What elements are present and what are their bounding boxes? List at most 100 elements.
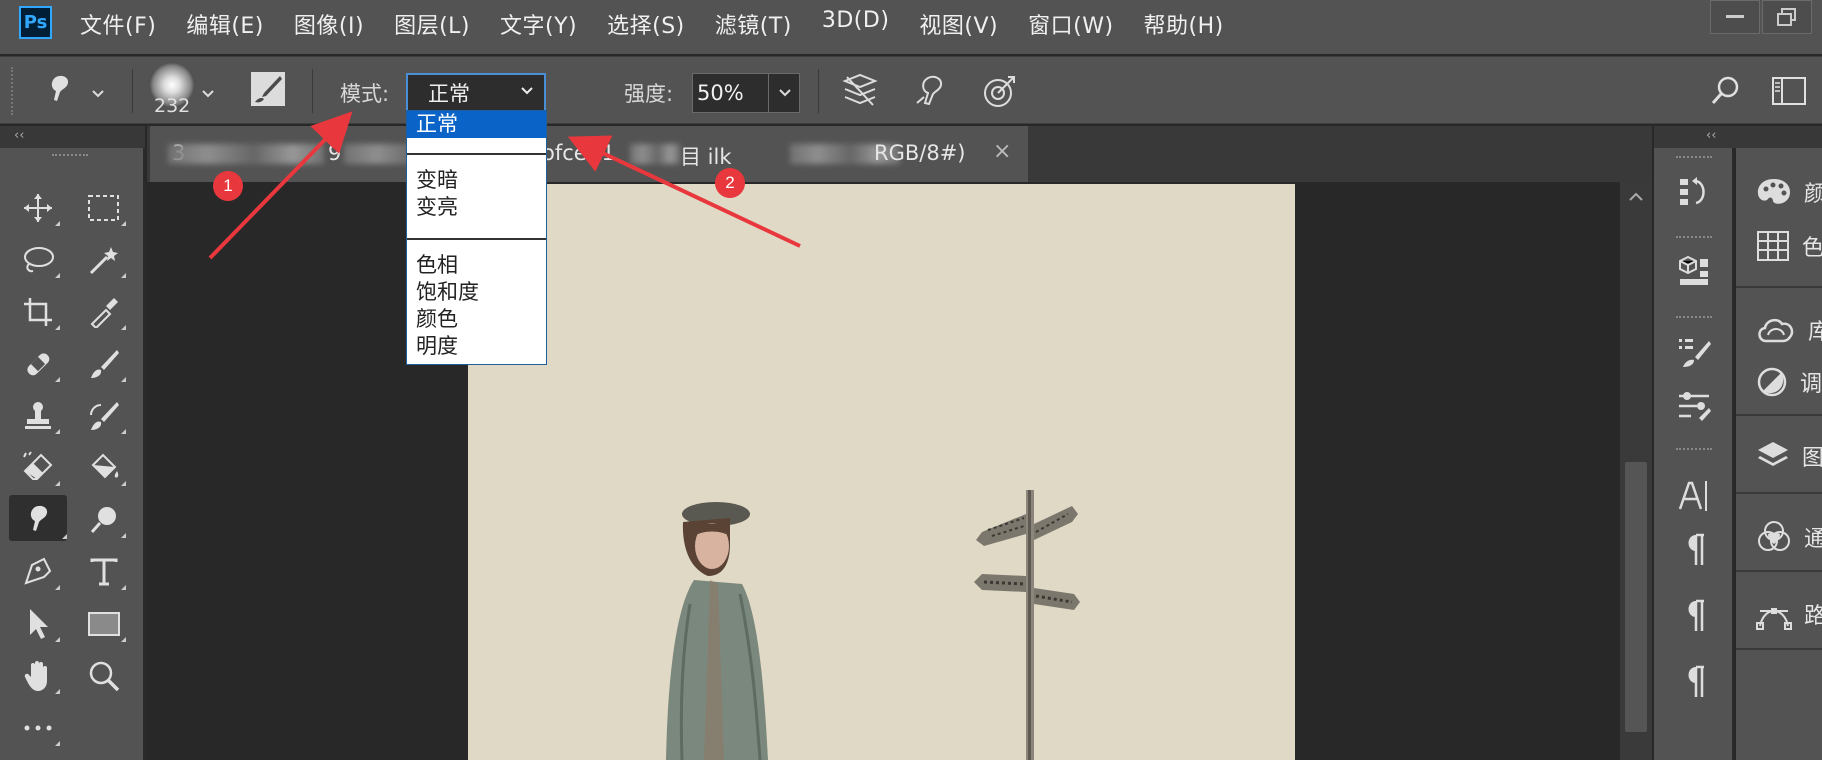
tools-grip[interactable] bbox=[52, 154, 88, 160]
tab-close-button[interactable]: × bbox=[993, 139, 1011, 164]
photoshop-logo[interactable]: Ps bbox=[19, 6, 52, 39]
dodge-tool[interactable] bbox=[82, 500, 126, 540]
libraries-panel-tab[interactable]: 库 bbox=[1756, 314, 1822, 346]
menu-edit[interactable]: 编辑(E) bbox=[186, 8, 264, 40]
color-panel-tab[interactable]: 颜 bbox=[1756, 176, 1822, 208]
zoom-tool[interactable] bbox=[82, 656, 126, 696]
menu-window[interactable]: 窗口(W) bbox=[1028, 8, 1113, 40]
collapse-icon[interactable]: ‹‹ bbox=[1706, 128, 1716, 143]
hand-tool[interactable] bbox=[16, 656, 60, 696]
eraser-tool[interactable] bbox=[16, 448, 60, 488]
magic-wand-tool[interactable] bbox=[82, 240, 126, 280]
search-button[interactable] bbox=[1710, 75, 1742, 111]
panel-grip[interactable] bbox=[1676, 316, 1712, 321]
paragraph-panel-button[interactable] bbox=[1676, 532, 1712, 568]
collapse-icon[interactable]: ‹‹ bbox=[14, 128, 24, 143]
right-panel-header[interactable]: ‹‹ bbox=[1654, 126, 1822, 148]
panel-label: 调 bbox=[1800, 372, 1822, 397]
panel-label-column: 颜 色 库 调 图 通 路 bbox=[1736, 148, 1822, 760]
mode-option-darken[interactable]: 变暗 bbox=[416, 167, 458, 193]
menu-layer[interactable]: 图层(L) bbox=[394, 8, 470, 40]
crop-tool[interactable] bbox=[16, 292, 60, 332]
palette-icon bbox=[1757, 179, 1790, 204]
history-brush-tool[interactable] bbox=[82, 396, 126, 436]
move-tool[interactable] bbox=[16, 188, 60, 228]
type-tool[interactable] bbox=[82, 552, 126, 592]
panel-grip[interactable] bbox=[1676, 448, 1712, 453]
document-tab[interactable]: 3 9 ofce (1 目 ilk RGB/8#) × bbox=[150, 126, 1028, 182]
3d-cube-icon bbox=[1679, 255, 1708, 285]
document-canvas[interactable] bbox=[468, 184, 1295, 760]
magic-wand-icon bbox=[89, 247, 118, 275]
channels-panel-tab[interactable]: 通 bbox=[1756, 520, 1822, 554]
layers-panel-tab[interactable]: 图 bbox=[1756, 440, 1822, 472]
paragraph-styles-panel-button[interactable] bbox=[1676, 598, 1712, 634]
menu-file[interactable]: 文件(F) bbox=[80, 8, 156, 40]
swatches-panel-tab[interactable]: 色 bbox=[1756, 230, 1822, 262]
pressure-button[interactable] bbox=[982, 73, 1018, 113]
scrollbar-thumb[interactable] bbox=[1625, 462, 1647, 732]
paths-panel-tab[interactable]: 路 bbox=[1756, 598, 1822, 630]
menu-select[interactable]: 选择(S) bbox=[607, 8, 685, 40]
tools-panel-header[interactable]: ‹‹ bbox=[0, 126, 145, 148]
mode-dropdown-list: 正常 变暗 变亮 色相 饱和度 颜色 明度 bbox=[406, 110, 547, 365]
workspace-button[interactable] bbox=[1772, 77, 1806, 109]
mode-option-luminosity[interactable]: 明度 bbox=[416, 333, 458, 359]
stamp-tool[interactable] bbox=[16, 396, 60, 436]
mode-option-normal[interactable]: 正常 bbox=[407, 111, 546, 138]
strength-slider-button[interactable] bbox=[768, 73, 800, 113]
path-select-tool[interactable] bbox=[16, 604, 60, 644]
marquee-tool[interactable] bbox=[82, 188, 126, 228]
panel-grip[interactable] bbox=[1676, 156, 1712, 161]
options-grip[interactable] bbox=[11, 67, 15, 115]
paths-icon bbox=[1756, 608, 1792, 630]
more-tools-button[interactable] bbox=[16, 708, 60, 748]
mode-option-lighten[interactable]: 变亮 bbox=[416, 194, 458, 220]
paint-bucket-tool[interactable] bbox=[82, 448, 126, 488]
smudge-icon bbox=[51, 75, 69, 101]
brush-settings-button[interactable] bbox=[250, 71, 286, 111]
menu-view[interactable]: 视图(V) bbox=[919, 8, 998, 40]
panel-grip[interactable] bbox=[1676, 236, 1712, 241]
chevron-up-icon[interactable] bbox=[1629, 192, 1643, 202]
eyedropper-tool[interactable] bbox=[82, 292, 126, 332]
lasso-tool[interactable] bbox=[16, 240, 60, 280]
mode-option-saturation[interactable]: 饱和度 bbox=[416, 279, 479, 305]
panel-label: 颜 bbox=[1804, 182, 1822, 207]
vertical-scrollbar[interactable] bbox=[1620, 182, 1652, 760]
character-panel-button[interactable] bbox=[1676, 478, 1712, 514]
brush-presets-panel-button[interactable] bbox=[1676, 334, 1712, 370]
3d-panel-button[interactable] bbox=[1676, 254, 1712, 290]
smudge-icon bbox=[30, 505, 48, 531]
tools-panel bbox=[0, 148, 145, 760]
minimize-button[interactable] bbox=[1710, 0, 1760, 34]
brush-tool[interactable] bbox=[82, 344, 126, 384]
mode-option-hue[interactable]: 色相 bbox=[416, 252, 458, 278]
mode-select[interactable]: 正常 bbox=[406, 73, 546, 113]
rectangle-tool[interactable] bbox=[82, 604, 126, 644]
sample-all-layers-icon bbox=[842, 73, 878, 106]
more-icon bbox=[24, 725, 52, 731]
sample-all-layers-button[interactable] bbox=[842, 73, 878, 113]
menu-image[interactable]: 图像(I) bbox=[294, 8, 364, 40]
menu-type[interactable]: 文字(Y) bbox=[500, 8, 577, 40]
menu-3d[interactable]: 3D(D) bbox=[822, 8, 890, 40]
adjustments-panel-tab[interactable]: 调 bbox=[1756, 366, 1822, 398]
pen-tool[interactable] bbox=[16, 552, 60, 592]
mode-option-color[interactable]: 颜色 bbox=[416, 306, 458, 332]
tool-preset-picker[interactable] bbox=[42, 71, 76, 109]
restore-button[interactable] bbox=[1762, 0, 1812, 34]
brush-picker-chevron[interactable] bbox=[202, 83, 214, 102]
menu-items: 文件(F) 编辑(E) 图像(I) 图层(L) 文字(Y) 选择(S) 滤镜(T… bbox=[80, 8, 1254, 40]
menu-filter[interactable]: 滤镜(T) bbox=[715, 8, 792, 40]
finger-painting-button[interactable] bbox=[912, 73, 948, 113]
brush-settings-panel-button[interactable] bbox=[1676, 388, 1712, 424]
tool-preset-chevron[interactable] bbox=[92, 83, 104, 102]
rect-marquee-icon bbox=[88, 195, 119, 221]
history-panel-button[interactable] bbox=[1676, 174, 1712, 210]
chevron-down-icon bbox=[202, 90, 214, 98]
smudge-tool[interactable] bbox=[9, 495, 67, 541]
healing-tool[interactable] bbox=[16, 344, 60, 384]
menu-help[interactable]: 帮助(H) bbox=[1144, 8, 1224, 40]
character-styles-panel-button[interactable] bbox=[1676, 664, 1712, 700]
